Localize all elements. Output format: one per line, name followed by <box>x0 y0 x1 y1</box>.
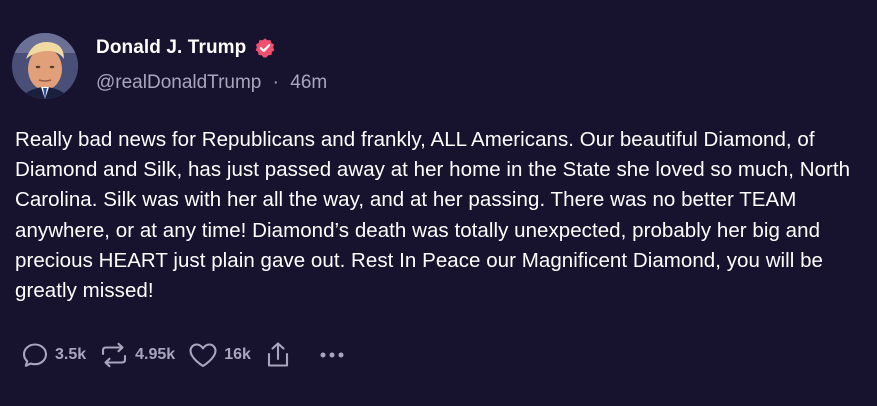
author-name-row: Donald J. Trump <box>96 36 276 60</box>
repost-button[interactable]: 4.95k <box>98 340 175 370</box>
reply-count: 3.5k <box>55 346 87 363</box>
verified-badge-icon <box>254 37 276 59</box>
repost-icon <box>102 342 127 368</box>
like-button[interactable]: 16k <box>187 340 251 370</box>
more-options-button[interactable] <box>317 340 347 370</box>
heart-icon <box>189 343 217 368</box>
more-icon <box>320 352 344 358</box>
like-count: 16k <box>224 346 251 363</box>
share-icon <box>267 342 288 367</box>
avatar[interactable] <box>12 33 78 99</box>
share-button[interactable] <box>263 340 293 370</box>
post-actions-bar: 3.5k 4.95k 16k <box>20 340 347 370</box>
post-body-text: Really bad news for Republicans and fran… <box>15 128 851 303</box>
repost-count: 4.95k <box>135 346 176 363</box>
avatar-image <box>12 33 78 99</box>
author-display-name[interactable]: Donald J. Trump <box>96 37 246 59</box>
reply-icon <box>22 343 48 367</box>
meta-separator: · <box>272 72 279 93</box>
post-timestamp[interactable]: 46m <box>290 72 327 93</box>
reply-button[interactable]: 3.5k <box>20 340 86 370</box>
author-handle[interactable]: @realDonaldTrump <box>96 72 261 93</box>
author-meta-row: @realDonaldTrump · 46m <box>96 72 327 94</box>
post-card: Donald J. Trump @realDonaldTrump · 46m R… <box>0 0 877 406</box>
